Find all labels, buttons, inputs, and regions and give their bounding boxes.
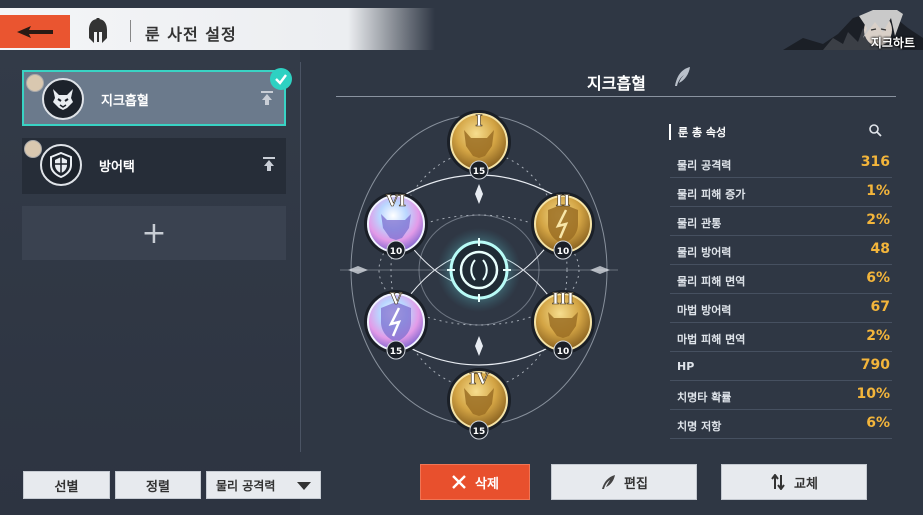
stats-title: 룬 총 속성 bbox=[669, 124, 726, 140]
edit-label: 편집 bbox=[624, 476, 648, 492]
stat-row: 마법 방어력 67 bbox=[670, 295, 892, 323]
select-filter-button[interactable]: 선별 bbox=[23, 471, 110, 499]
stat-row: 물리 방어력 48 bbox=[670, 237, 892, 265]
delete-label: 삭제 bbox=[475, 476, 499, 492]
rune-slot-numeral: V bbox=[389, 289, 403, 308]
stat-label: 마법 피해 면역 bbox=[677, 333, 746, 346]
panel-divider bbox=[300, 62, 301, 452]
stat-value: 1% bbox=[866, 183, 890, 199]
dropdown-value: 물리 공격력 bbox=[216, 478, 276, 493]
stat-row: 물리 관통 2% bbox=[670, 208, 892, 236]
stat-value: 790 bbox=[860, 357, 890, 373]
pin-top-icon[interactable] bbox=[262, 156, 276, 172]
back-arrow-icon bbox=[17, 25, 53, 38]
stat-value: 67 bbox=[870, 299, 890, 315]
sort-attribute-dropdown[interactable]: 물리 공격력 bbox=[206, 471, 321, 499]
swap-arrows-icon bbox=[771, 474, 785, 490]
plus-icon: + bbox=[141, 215, 167, 251]
swap-button[interactable]: 교체 bbox=[721, 464, 867, 500]
sort-button[interactable]: 정렬 bbox=[115, 471, 201, 499]
header-divider bbox=[336, 96, 896, 97]
rune-level-badge: 15 bbox=[390, 347, 403, 357]
stat-label: 물리 관통 bbox=[677, 217, 722, 230]
rune-set-name: 지크흡혈 bbox=[587, 74, 646, 93]
stat-row: 치명타 확률 10% bbox=[670, 382, 892, 410]
quill-edit-icon[interactable] bbox=[672, 66, 692, 88]
back-button[interactable] bbox=[0, 15, 70, 48]
stat-label: 물리 공격력 bbox=[677, 159, 732, 172]
stat-row: HP 790 bbox=[670, 353, 892, 381]
quill-icon bbox=[602, 475, 616, 489]
stat-label: 마법 방어력 bbox=[677, 304, 732, 317]
preset-item-1[interactable]: 지크흡혈 bbox=[22, 70, 286, 126]
page-title: 룬 사전 설정 bbox=[145, 25, 237, 44]
rune-board: I II III IV V VI 15 10 10 15 15 10 bbox=[340, 110, 618, 440]
character-thumbnail bbox=[26, 74, 44, 92]
stat-value: 6% bbox=[866, 415, 890, 431]
helmet-icon bbox=[89, 18, 107, 43]
stat-row: 물리 공격력 316 bbox=[670, 150, 892, 178]
add-preset-button[interactable]: + bbox=[22, 206, 286, 260]
preset-label: 지크흡혈 bbox=[101, 94, 149, 109]
rune-level-badge: 10 bbox=[390, 247, 403, 257]
stat-row: 물리 피해 증가 1% bbox=[670, 179, 892, 207]
vampire-emblem-icon bbox=[42, 78, 84, 120]
rune-slot-numeral: III bbox=[552, 289, 574, 308]
stat-row: 물리 피해 면역 6% bbox=[670, 266, 892, 294]
stat-label: 물리 피해 면역 bbox=[677, 275, 746, 288]
rune-slot-numeral: II bbox=[556, 191, 571, 210]
rune-level-badge: 10 bbox=[557, 247, 570, 257]
character-name: 지크하트 bbox=[870, 36, 915, 50]
stat-label: 물리 피해 증가 bbox=[677, 188, 746, 201]
rune-level-badge: 15 bbox=[473, 427, 486, 437]
rune-slot-numeral: I bbox=[475, 111, 482, 130]
stat-row: 치명 저항 6% bbox=[670, 411, 892, 439]
stat-value: 10% bbox=[856, 386, 890, 402]
search-icon[interactable] bbox=[868, 123, 882, 137]
delete-button[interactable]: 삭제 bbox=[420, 464, 530, 500]
preset-label: 방어택 bbox=[99, 160, 135, 175]
preset-item-2[interactable]: 방어택 bbox=[22, 138, 286, 194]
edit-button[interactable]: 편집 bbox=[551, 464, 697, 500]
rune-level-badge: 15 bbox=[473, 167, 486, 177]
stat-label: 치명타 확률 bbox=[677, 391, 732, 404]
stat-value: 48 bbox=[870, 241, 890, 257]
rune-level-badge: 10 bbox=[557, 347, 570, 357]
stat-value: 316 bbox=[860, 154, 890, 170]
stat-value: 6% bbox=[866, 270, 890, 286]
rune-slot-numeral: IV bbox=[469, 369, 489, 388]
rune-slot-numeral: VI bbox=[385, 191, 406, 210]
stat-row: 마법 피해 면역 2% bbox=[670, 324, 892, 352]
title-separator bbox=[130, 20, 131, 42]
swap-label: 교체 bbox=[794, 476, 818, 492]
pin-top-icon[interactable] bbox=[260, 90, 274, 106]
stat-value: 2% bbox=[866, 212, 890, 228]
caret-down-icon bbox=[297, 482, 311, 490]
stat-label: HP bbox=[677, 360, 695, 373]
stat-value: 2% bbox=[866, 328, 890, 344]
stat-label: 치명 저항 bbox=[677, 420, 722, 433]
character-thumbnail bbox=[24, 140, 42, 158]
shield-emblem-icon bbox=[40, 144, 82, 186]
close-icon bbox=[452, 475, 466, 489]
selected-check-icon bbox=[270, 68, 292, 90]
stat-label: 물리 방어력 bbox=[677, 246, 732, 259]
